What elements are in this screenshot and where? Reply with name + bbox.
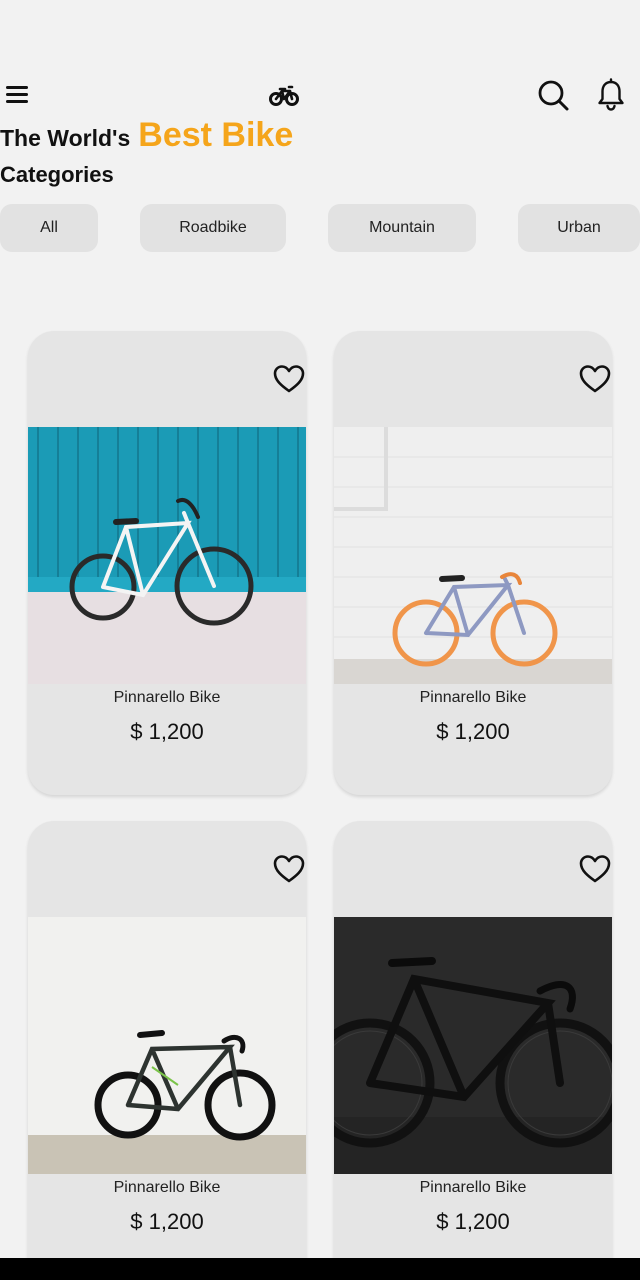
product-card[interactable]: Pinnarello Bike $ 1,200 — [334, 821, 612, 1280]
product-name: Pinnarello Bike — [113, 689, 221, 706]
product-price: $ 1,200 — [436, 719, 510, 744]
category-chip-all[interactable]: All — [0, 204, 98, 252]
headline-prefix: The World's — [0, 125, 131, 151]
heart-outline-icon[interactable] — [578, 363, 612, 395]
bike-photo — [28, 917, 306, 1174]
product-name: Pinnarello Bike — [113, 1179, 221, 1196]
product-card[interactable]: Pinnarello Bike $ 1,200 — [28, 821, 306, 1280]
bike-photo — [28, 427, 306, 684]
page-headline: The World's Best Bike — [0, 116, 293, 160]
product-price: $ 1,200 — [436, 1209, 510, 1234]
search-icon[interactable] — [536, 78, 570, 112]
heart-outline-icon[interactable] — [578, 853, 612, 885]
top-app-bar — [0, 72, 640, 120]
bell-icon[interactable] — [596, 78, 626, 112]
product-card[interactable]: Pinnarello Bike $ 1,200 — [28, 331, 306, 795]
category-chips: All Roadbike Mountain Urban — [0, 204, 640, 252]
headline-accent: Best Bike — [138, 116, 294, 154]
heart-outline-icon[interactable] — [272, 853, 306, 885]
bike-photo — [334, 917, 612, 1174]
bicycle-logo-icon — [269, 85, 299, 106]
category-chip-roadbike[interactable]: Roadbike — [140, 204, 286, 252]
heart-outline-icon[interactable] — [272, 363, 306, 395]
hamburger-menu-icon[interactable] — [6, 86, 28, 104]
product-card[interactable]: Pinnarello Bike $ 1,200 — [334, 331, 612, 795]
product-price: $ 1,200 — [130, 1209, 204, 1234]
product-name: Pinnarello Bike — [419, 689, 527, 706]
bike-photo — [334, 427, 612, 684]
product-price: $ 1,200 — [130, 719, 204, 744]
category-chip-mountain[interactable]: Mountain — [328, 204, 476, 252]
categories-title: Categories — [0, 162, 114, 187]
category-chip-urban[interactable]: Urban — [518, 204, 640, 252]
system-navigation-bar — [0, 1258, 640, 1280]
product-name: Pinnarello Bike — [419, 1179, 527, 1196]
